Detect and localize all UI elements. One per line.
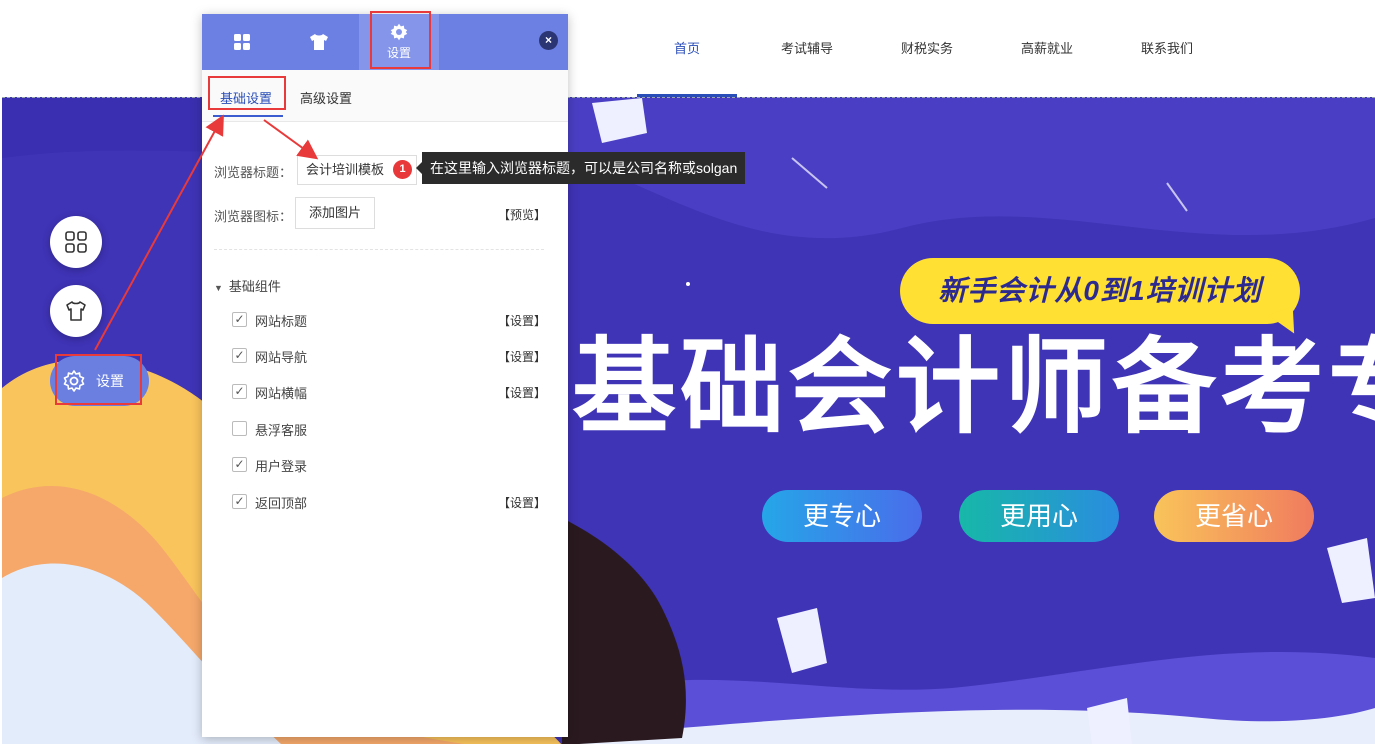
annotation-arrows [94,114,319,351]
help-tooltip: 在这里输入浏览器标题，可以是公司名称或solgan [415,152,746,184]
tooltip-badge: 1 [393,160,412,179]
